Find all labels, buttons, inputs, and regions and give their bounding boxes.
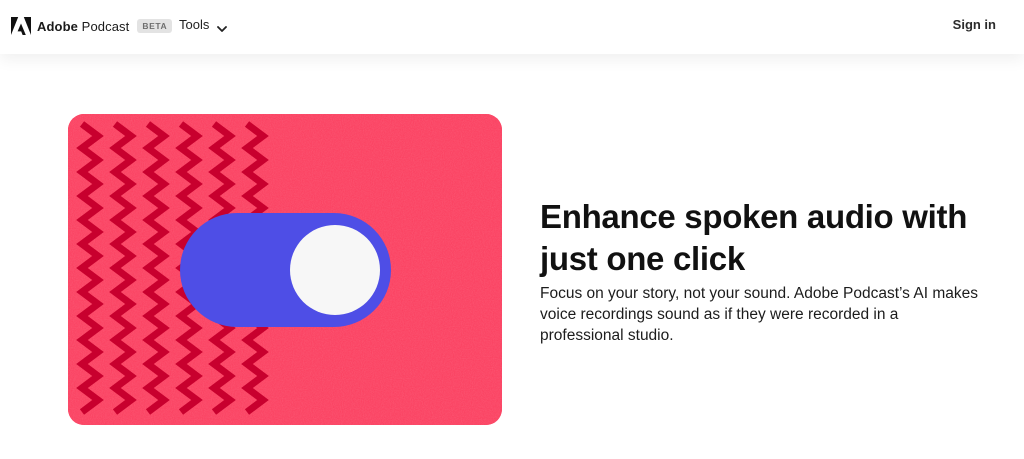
beta-badge: BETA — [137, 19, 173, 33]
hero-illustration-canvas — [68, 114, 502, 425]
chevron-down-icon — [217, 21, 228, 32]
toggle-switch — [180, 213, 391, 327]
brand-name-bold: Adobe — [37, 18, 78, 34]
toggle-switch-illustration — [68, 114, 502, 425]
tools-menu-button[interactable]: Tools — [179, 17, 228, 32]
tools-menu-label: Tools — [179, 17, 210, 32]
brand-name-light: Podcast — [81, 18, 130, 34]
brand-link[interactable]: Adobe Podcast BETA — [11, 16, 173, 36]
adobe-logo-icon — [11, 17, 31, 35]
hero-headline: Enhance spoken audio with just one click — [540, 198, 968, 277]
sign-in-link[interactable]: Sign in — [953, 17, 996, 32]
hero-description: Focus on your story, not your sound. Ado… — [540, 285, 978, 344]
toggle-knob — [290, 225, 380, 315]
top-navigation-bar: Adobe Podcast BETA Tools Sign in — [0, 0, 1024, 54]
brand-name: Adobe Podcast — [37, 19, 129, 34]
